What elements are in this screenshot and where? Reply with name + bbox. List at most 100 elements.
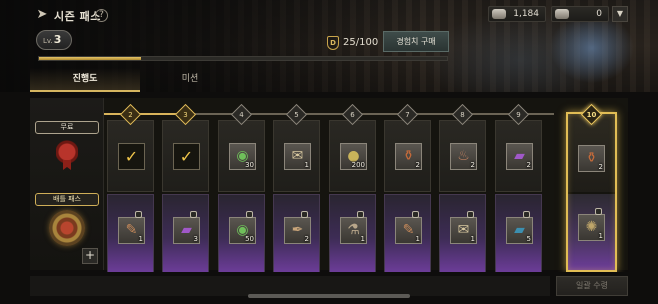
- reward-quantity: 2: [415, 161, 420, 169]
- level-number: 4: [239, 111, 244, 119]
- lock-icon: [135, 211, 142, 218]
- lock-icon: [523, 211, 530, 218]
- silver-ticket-icon: [555, 9, 569, 19]
- reward-column: ⚱ 2 ✎ 1: [384, 120, 431, 274]
- reward-column: ▰ 2 ▰ 5: [495, 120, 542, 274]
- tier-free-label: 무료: [35, 121, 99, 134]
- pass-reward-cell: ✉ 1: [439, 194, 486, 274]
- level-value: 3: [53, 33, 62, 46]
- pass-reward-cell: ✎ 1: [107, 194, 154, 274]
- pass-reward-item[interactable]: ⚗ 1: [340, 211, 367, 244]
- top-bar: ➤ 시즌 패스 ? 1,184 0 ▼: [0, 0, 658, 30]
- tier-battle-pass-label: 배틀 패스: [35, 193, 99, 206]
- milestone-free-reward[interactable]: ⚱ 2: [578, 145, 605, 172]
- reward-quantity: 3: [193, 235, 198, 243]
- buy-xp-button[interactable]: 경험치 구매: [383, 31, 449, 52]
- free-reward-cell: ✓: [162, 120, 209, 192]
- reward-quantity: 1: [304, 161, 309, 169]
- free-reward-cell: ⚱ 2: [384, 120, 431, 192]
- xp-progress-fill: [39, 57, 141, 60]
- reward-quantity: 2: [526, 161, 531, 169]
- pass-reward-item[interactable]: ✎ 1: [395, 211, 422, 244]
- pass-reward-cell: ✒ 2: [273, 194, 320, 274]
- help-icon[interactable]: ?: [95, 9, 108, 22]
- free-reward-item[interactable]: ◉ 30: [229, 143, 256, 170]
- ticket-icon: [492, 9, 506, 19]
- reward-quantity: 1: [360, 235, 365, 243]
- buy-battle-pass-button[interactable]: +: [82, 248, 98, 264]
- pass-reward-cell: ◉ 50: [218, 194, 265, 274]
- level-number: 7: [405, 111, 410, 119]
- lock-icon: [190, 211, 197, 218]
- reward-quantity: 2: [598, 163, 603, 171]
- free-reward-cell: ◉ 30: [218, 120, 265, 192]
- pass-reward-item[interactable]: ◉ 50: [229, 211, 256, 244]
- back-arrow-icon[interactable]: ➤: [34, 8, 50, 22]
- level-number: 5: [294, 111, 299, 119]
- lock-icon: [467, 211, 474, 218]
- claim-all-button[interactable]: 일괄 수령: [556, 276, 628, 296]
- pass-reward-item[interactable]: ▰ 3: [173, 211, 200, 244]
- lock-icon: [246, 211, 253, 218]
- level-number: 2: [128, 111, 133, 119]
- xp-shield-icon: D: [327, 36, 339, 50]
- free-reward-item[interactable]: ▰ 2: [506, 143, 533, 170]
- page-title: 시즌 패스: [54, 10, 101, 23]
- currency-silver-ticket-value: 0: [596, 9, 602, 19]
- tab-progress[interactable]: 진행도: [30, 68, 140, 92]
- reward-column: ✓ ✎ 1: [107, 120, 154, 274]
- free-reward-cell: ♨ 2: [439, 120, 486, 192]
- reward-quantity: 2: [470, 161, 475, 169]
- free-reward-item[interactable]: ♨ 2: [450, 143, 477, 170]
- tab-bar: 진행도 미션: [30, 68, 460, 92]
- currency-ticket[interactable]: 1,184: [488, 6, 546, 22]
- reward-quantity: 5: [526, 235, 531, 243]
- reward-column: ◉ 30 ◉ 50: [218, 120, 265, 274]
- reward-quantity: 50: [245, 235, 254, 243]
- pass-reward-item[interactable]: ✒ 2: [284, 211, 311, 244]
- level-number: 9: [516, 111, 521, 119]
- pass-reward-item[interactable]: ✉ 1: [450, 211, 477, 244]
- reward-quantity: 30: [245, 161, 254, 169]
- free-reward-cell: ● 200: [329, 120, 376, 192]
- free-reward-item[interactable]: ✓: [173, 143, 200, 170]
- reward-column: ✓ ▰ 3: [162, 120, 209, 274]
- season-pass-screen: ➤ 시즌 패스 ? 1,184 0 ▼ Lv.3 D 25/100 경험치 구매…: [0, 0, 658, 304]
- currency-ticket-value: 1,184: [513, 9, 539, 19]
- pass-reward-item[interactable]: ✎ 1: [118, 211, 145, 244]
- battle-pass-emblem-icon: [49, 210, 85, 246]
- check-icon: ✓: [124, 147, 139, 166]
- reward-quantity: 1: [598, 232, 603, 240]
- reward-quantity: 1: [138, 235, 143, 243]
- reward-quantity: 2: [304, 235, 309, 243]
- milestone-pass-reward[interactable]: ✺ 1: [578, 208, 605, 241]
- free-reward-item[interactable]: ✉ 1: [284, 143, 311, 170]
- free-reward-item[interactable]: ✓: [118, 143, 145, 170]
- pass-reward-item[interactable]: ▰ 5: [506, 211, 533, 244]
- lock-icon: [357, 211, 364, 218]
- level-number: 3: [183, 111, 188, 119]
- level-track-progress: [104, 113, 182, 115]
- reward-quantity: 1: [415, 235, 420, 243]
- currency-silver-ticket[interactable]: 0: [551, 6, 609, 22]
- reward-column: ✉ 1 ✒ 2: [273, 120, 320, 274]
- reward-column: ● 200 ⚗ 1: [329, 120, 376, 274]
- lock-icon: [301, 211, 308, 218]
- free-reward-item[interactable]: ⚱ 2: [395, 143, 422, 170]
- level-number: 8: [460, 111, 465, 119]
- free-tier-emblem-icon: [56, 140, 78, 170]
- chevron-down-icon[interactable]: ▼: [612, 6, 628, 22]
- footer-bar: [30, 276, 550, 296]
- pass-reward-cell: ▰ 5: [495, 194, 542, 274]
- pass-reward-cell: ✎ 1: [384, 194, 431, 274]
- reward-quantity: 1: [470, 235, 475, 243]
- xp-progress-bar: [38, 56, 448, 61]
- free-reward-item[interactable]: ● 200: [340, 143, 367, 170]
- free-reward-cell: ▰ 2: [495, 120, 542, 192]
- lock-icon: [412, 211, 419, 218]
- reward-quantity: 200: [351, 161, 365, 169]
- free-reward-cell: ✉ 1: [273, 120, 320, 192]
- pass-reward-cell: ⚗ 1: [329, 194, 376, 274]
- pass-reward-cell: ▰ 3: [162, 194, 209, 274]
- tab-mission[interactable]: 미션: [140, 68, 240, 92]
